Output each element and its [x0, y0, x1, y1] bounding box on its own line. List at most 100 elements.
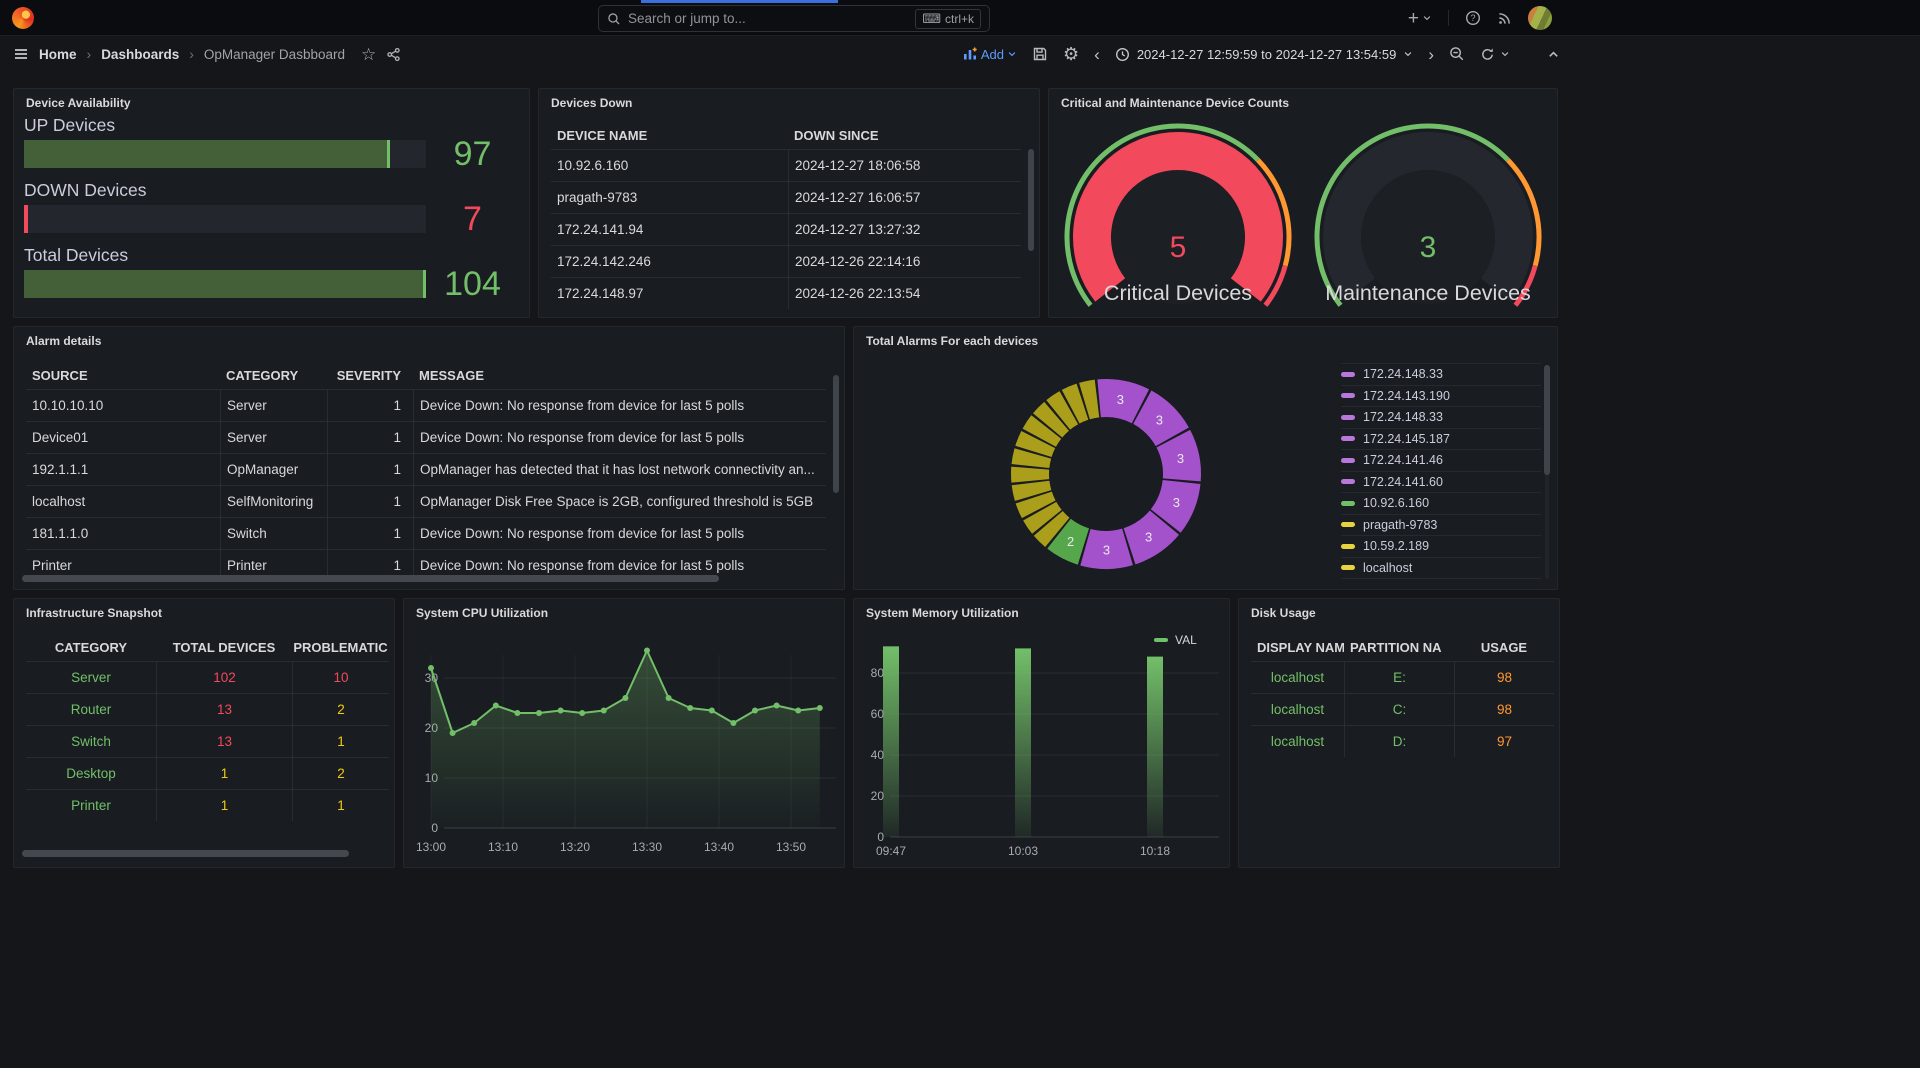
- legend-swatch: [1341, 544, 1355, 549]
- cell-message: Device Down: No response from device for…: [413, 422, 826, 453]
- bar-gauge-cap: [387, 140, 390, 168]
- cell-down-since: 2024-12-26 22:13:54: [788, 278, 1021, 309]
- panel-memory-utilization: System Memory Utilization 02040608009:47…: [853, 598, 1230, 868]
- legend-item[interactable]: 10.59.2.189: [1341, 535, 1541, 557]
- column-header[interactable]: CATEGORY: [26, 640, 156, 655]
- search-input[interactable]: [628, 11, 908, 26]
- cell-display-name: localhost: [1251, 670, 1344, 685]
- cell-device-name: 10.92.6.160: [551, 158, 788, 173]
- column-header[interactable]: SOURCE: [26, 368, 220, 383]
- panel-title[interactable]: Devices Down: [551, 96, 632, 110]
- breadcrumb-home[interactable]: Home: [39, 47, 77, 62]
- cell-down-since: 2024-12-26 22:14:16: [788, 246, 1021, 277]
- breadcrumb-dashboards[interactable]: Dashboards: [101, 47, 179, 62]
- scrollbar-thumb[interactable]: [1544, 365, 1550, 475]
- cell-message: Device Down: No response from device for…: [413, 390, 826, 421]
- add-menu-button[interactable]: +: [1408, 9, 1432, 28]
- column-header[interactable]: DOWN SINCE: [788, 128, 1021, 143]
- column-header[interactable]: TOTAL DEVICES: [156, 640, 292, 655]
- panel-title[interactable]: Infrastructure Snapshot: [26, 606, 162, 620]
- legend-swatch: [1341, 415, 1355, 420]
- bar: [883, 646, 899, 837]
- legend-item[interactable]: 172.24.145.187: [1341, 428, 1541, 450]
- news-button[interactable]: [1497, 11, 1512, 26]
- column-header[interactable]: CATEGORY: [220, 368, 327, 383]
- share-icon[interactable]: [386, 47, 401, 62]
- legend-item[interactable]: 172.24.143.190: [1341, 385, 1541, 407]
- legend-item[interactable]: 172.24.148.33: [1341, 406, 1541, 428]
- legend-label: 10.92.6.160: [1363, 496, 1429, 510]
- column-header[interactable]: DISPLAY NAM: [1251, 640, 1344, 655]
- cell-severity: 1: [327, 454, 413, 485]
- add-panel-button[interactable]: Add: [962, 46, 1017, 62]
- panel-title[interactable]: Alarm details: [26, 334, 101, 348]
- legend-item[interactable]: VAL: [1154, 633, 1197, 647]
- top-nav-bar: ⌨ctrl+k + ?: [0, 0, 1920, 36]
- x-tick-label: 13:50: [776, 840, 806, 854]
- donut-segment-label: 3: [1117, 392, 1124, 407]
- bar-gauge: DOWN Devices7: [24, 180, 519, 236]
- column-header[interactable]: DEVICE NAME: [551, 128, 788, 143]
- cell-device-name: pragath-9783: [551, 190, 788, 205]
- cell-partition-name: E:: [1344, 662, 1454, 693]
- add-chart-icon: [962, 46, 978, 62]
- star-icon[interactable]: ☆: [361, 46, 376, 63]
- x-tick-label: 13:20: [560, 840, 590, 854]
- scrollbar-thumb[interactable]: [833, 375, 839, 493]
- settings-gear-icon[interactable]: ⚙: [1063, 45, 1079, 63]
- scrollbar-thumb[interactable]: [1028, 149, 1034, 251]
- cell-source: 181.1.1.0: [26, 526, 220, 541]
- panel-title[interactable]: Total Alarms For each devices: [866, 334, 1038, 348]
- cell-partition-name: D:: [1344, 726, 1454, 757]
- collapse-toolbar-icon[interactable]: [1547, 48, 1560, 61]
- donut-segment: [1011, 467, 1049, 483]
- data-point-marker: [558, 708, 564, 714]
- table-row: localhostC:98: [1251, 693, 1554, 725]
- cell-usage: 98: [1454, 662, 1554, 693]
- bar-gauge-value: 7: [426, 205, 519, 233]
- bar-gauge-track: [24, 140, 426, 168]
- donut-segment-label: 3: [1173, 495, 1180, 510]
- help-button[interactable]: ?: [1465, 10, 1481, 26]
- user-avatar[interactable]: [1528, 6, 1552, 30]
- panel-title[interactable]: Critical and Maintenance Device Counts: [1061, 96, 1289, 110]
- time-back-button[interactable]: ‹: [1094, 46, 1100, 63]
- scrollbar-thumb[interactable]: [22, 575, 719, 582]
- legend-item[interactable]: 172.24.148.33: [1341, 363, 1541, 385]
- time-forward-button[interactable]: ›: [1428, 46, 1434, 63]
- legend-item[interactable]: localhost: [1341, 557, 1541, 579]
- donut-segment-label: 3: [1103, 542, 1110, 557]
- column-header[interactable]: PARTITION NA: [1344, 640, 1454, 655]
- save-icon[interactable]: [1032, 46, 1048, 62]
- zoom-out-icon[interactable]: [1449, 46, 1465, 62]
- scrollbar-thumb[interactable]: [22, 850, 349, 857]
- x-tick-label: 10:18: [1140, 844, 1170, 858]
- column-header[interactable]: USAGE: [1454, 640, 1554, 655]
- menu-icon[interactable]: [13, 46, 29, 62]
- panel-title[interactable]: Device Availability: [26, 96, 131, 110]
- legend-item[interactable]: 172.24.141.46: [1341, 449, 1541, 471]
- search-bar[interactable]: ⌨ctrl+k: [598, 5, 990, 32]
- table-row: localhostE:98: [1251, 661, 1554, 693]
- legend-item[interactable]: pragath-9783: [1341, 514, 1541, 536]
- gauge-critical: 5Critical Devices: [1058, 117, 1298, 309]
- grafana-logo-icon[interactable]: [12, 7, 34, 29]
- column-header[interactable]: MESSAGE: [413, 368, 826, 383]
- breadcrumb-separator: ›: [87, 46, 92, 62]
- time-range-picker[interactable]: 2024-12-27 12:59:59 to 2024-12-27 13:54:…: [1115, 47, 1414, 62]
- bar-gauge-track: [24, 205, 426, 233]
- panel-title[interactable]: Disk Usage: [1251, 606, 1316, 620]
- chart-legend: 172.24.148.33172.24.143.190172.24.148.33…: [1341, 363, 1541, 579]
- bar-gauge: Total Devices104: [24, 245, 519, 301]
- data-point-marker: [450, 730, 456, 736]
- column-header[interactable]: SEVERITY: [327, 368, 413, 383]
- column-header[interactable]: PROBLEMATIC: [292, 640, 389, 655]
- legend-item[interactable]: 172.24.141.60: [1341, 471, 1541, 493]
- legend-item[interactable]: 172.24.141.94: [1341, 578, 1541, 579]
- legend-item[interactable]: 10.92.6.160: [1341, 492, 1541, 514]
- cpu-line-chart: 010203013:0013:1013:2013:3013:4013:50: [404, 599, 846, 869]
- refresh-button[interactable]: [1480, 47, 1510, 62]
- cell-total-devices: 102: [156, 662, 292, 693]
- table-row: 10.92.6.1602024-12-27 18:06:58: [551, 149, 1021, 181]
- cell-severity: 1: [327, 390, 413, 421]
